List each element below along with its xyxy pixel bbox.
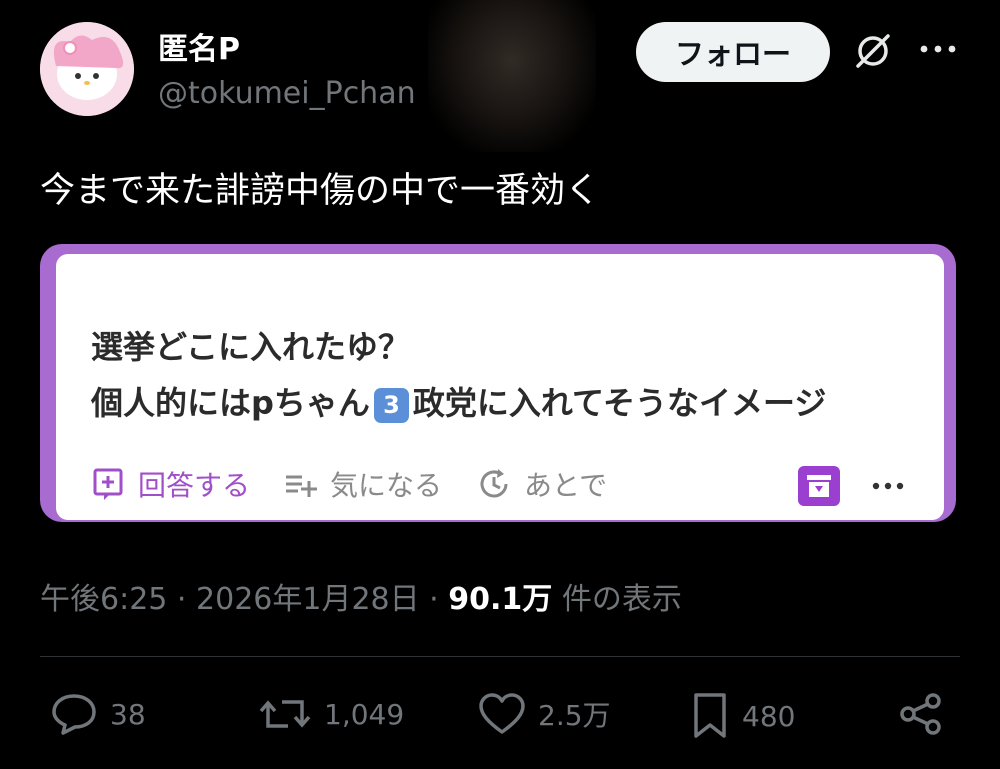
quote-card[interactable]: 選挙どこに入れたゆ？ 個人的にはpちゃん 3 政党に入れてそうなイメージ 回答する [40, 244, 956, 522]
question-prefix: 個人的にはpちゃん [91, 384, 370, 422]
share-icon [898, 692, 944, 736]
retweet-button[interactable]: 1,049 [258, 692, 404, 736]
follow-button[interactable]: フォロー [636, 22, 830, 82]
reply-icon [50, 692, 98, 736]
view-label: 件の表示 [561, 582, 682, 617]
add-answer-icon [92, 467, 126, 501]
reply-count: 38 [110, 697, 146, 731]
post-date[interactable]: 2026年1月28日 [196, 582, 420, 617]
later-icon [478, 467, 512, 501]
card-more-icon[interactable] [870, 476, 906, 496]
bookmark-button[interactable]: 480 [690, 692, 795, 740]
bookmark-icon [690, 692, 730, 740]
interest-label: 気になる [330, 469, 443, 502]
meta-separator: · [176, 582, 187, 617]
question-line-2: 個人的にはpちゃん 3 政党に入れてそうなイメージ [91, 378, 826, 424]
add-list-icon [284, 469, 318, 499]
retweet-icon [258, 692, 312, 736]
avatar[interactable] [40, 22, 134, 116]
like-icon [478, 692, 526, 736]
share-button[interactable] [898, 692, 956, 736]
retweet-count: 1,049 [324, 697, 405, 731]
more-icon[interactable] [916, 34, 960, 64]
background-photo [428, 0, 596, 152]
question-suffix: 政党に入れてそうなイメージ [412, 384, 827, 422]
later-button[interactable]: あとで [478, 464, 607, 504]
view-count[interactable]: 90.1万 [448, 582, 552, 617]
post-time[interactable]: 午後6:25 [40, 582, 167, 617]
divider [40, 656, 960, 657]
bookmark-count: 480 [742, 699, 796, 733]
later-label: あとで [524, 469, 608, 502]
tweet-meta: 午後6:25 · 2026年1月28日 · 90.1万 件の表示 [40, 574, 682, 618]
quote-card-body: 選挙どこに入れたゆ？ 個人的にはpちゃん 3 政党に入れてそうなイメージ 回答する [56, 254, 944, 520]
like-count: 2.5万 [538, 699, 611, 732]
answer-label: 回答する [138, 469, 251, 502]
answer-button[interactable]: 回答する [92, 464, 250, 504]
number-badge: 3 [373, 387, 409, 423]
tweet-text: 今まで来た誹謗中傷の中で一番効く [40, 171, 601, 211]
like-button[interactable]: 2.5万 [478, 692, 611, 736]
display-name[interactable]: 匿名P [158, 24, 240, 68]
handle[interactable]: @tokumei_Pchan [158, 76, 416, 111]
reply-button[interactable]: 38 [50, 692, 146, 736]
grok-icon[interactable] [852, 30, 894, 72]
archive-button[interactable] [798, 466, 840, 506]
meta-separator: · [429, 582, 439, 617]
question-line-1: 選挙どこに入れたゆ？ [91, 328, 411, 366]
interest-button[interactable]: 気になる [284, 464, 442, 504]
archive-icon [807, 475, 831, 497]
